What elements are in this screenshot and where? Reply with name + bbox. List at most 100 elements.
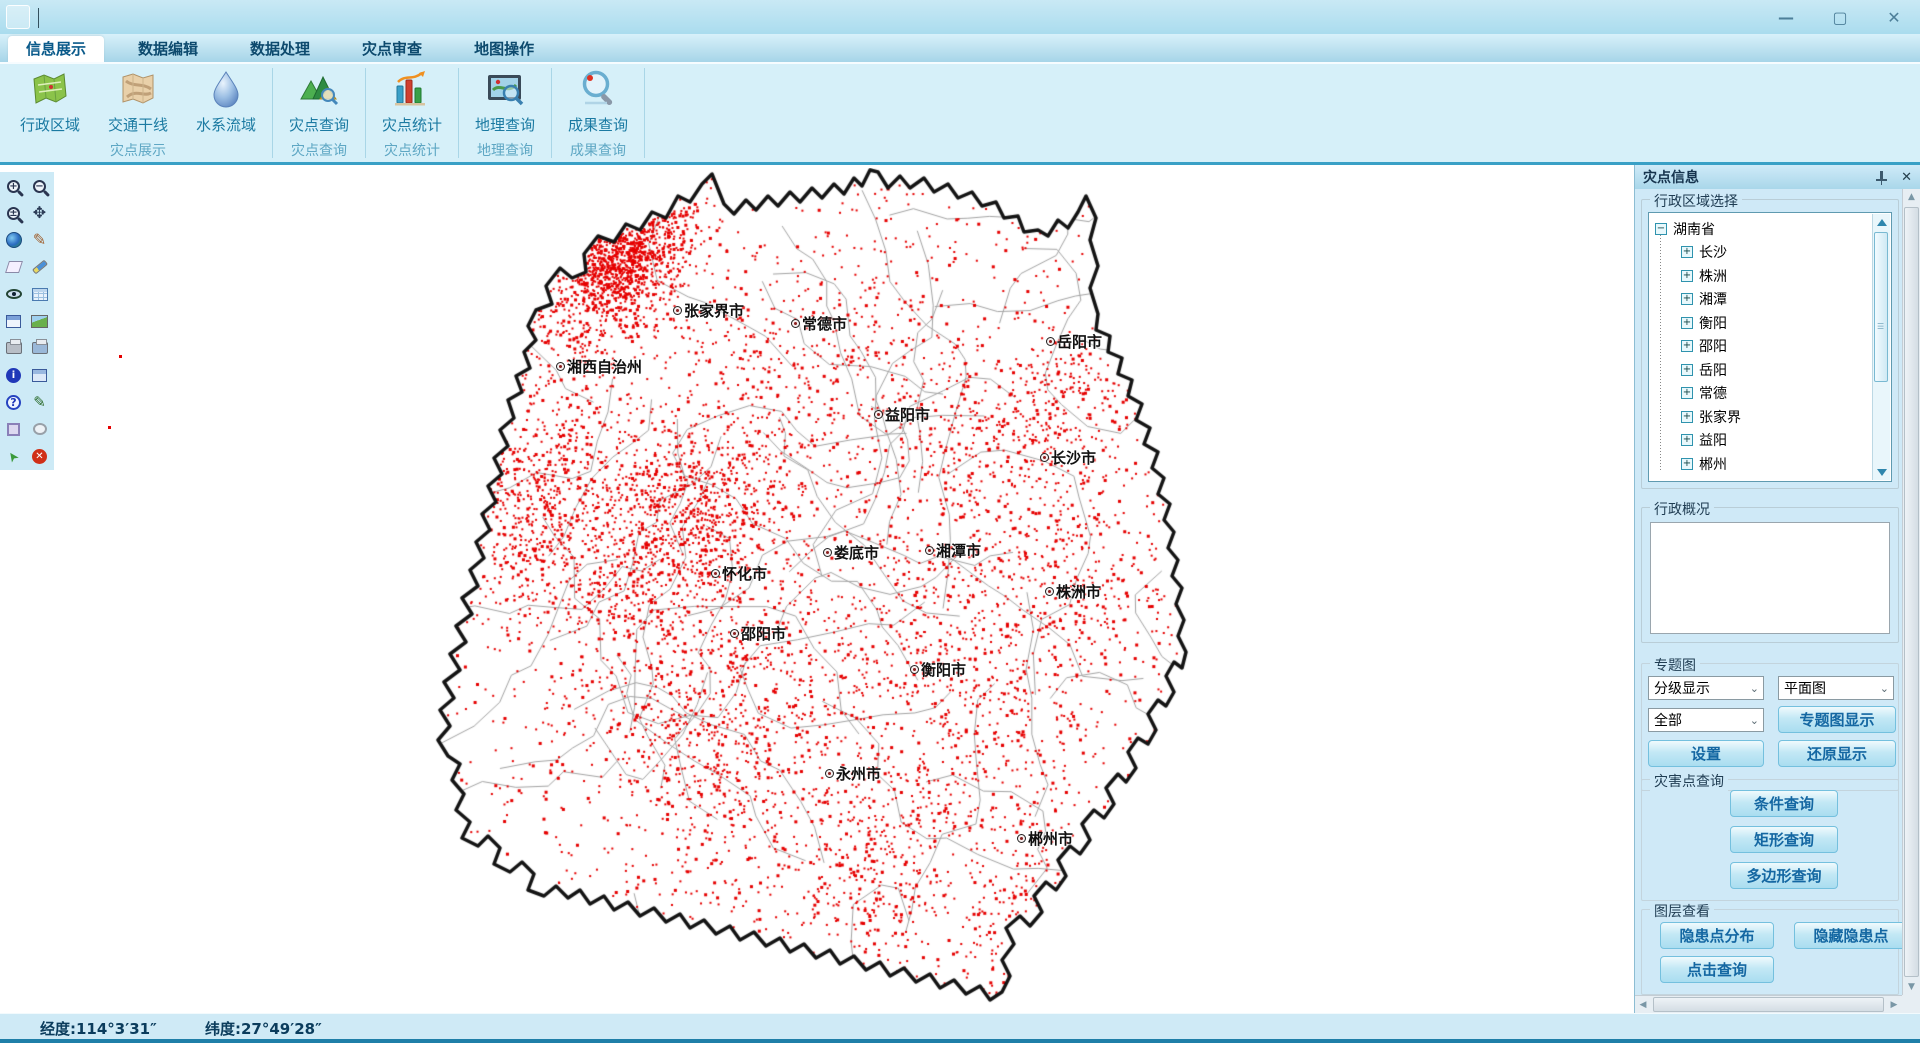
zoom-out-icon[interactable]: − — [27, 174, 52, 198]
layer-view-button-2[interactable]: 隐藏隐患点 — [1794, 922, 1908, 949]
expand-icon[interactable]: + — [1681, 317, 1693, 329]
expand-icon[interactable]: + — [1681, 364, 1693, 376]
ribbon-button-mountain-search[interactable]: 灾点查询 — [275, 64, 363, 140]
ribbon-button-traffic-map[interactable]: 交通干线 — [94, 64, 182, 140]
pan-icon[interactable]: ✥ — [27, 201, 52, 225]
panel-hscroll-thumb[interactable] — [1653, 997, 1884, 1012]
help-icon[interactable]: ? — [1, 390, 26, 414]
tree-node-3[interactable]: +湘潭 — [1655, 288, 1869, 312]
display-mode-select[interactable]: 分级显示 ⌄ — [1648, 676, 1764, 700]
globe-icon[interactable] — [1, 228, 26, 252]
zoom-in-icon[interactable]: + — [1, 174, 26, 198]
map-type-select[interactable]: 平面图 ⌄ — [1778, 676, 1894, 700]
scroll-left-icon[interactable]: ◀ — [1640, 1000, 1647, 1010]
panel-close-icon[interactable]: ✕ — [1901, 170, 1912, 185]
tree-node-8[interactable]: +张家界 — [1655, 405, 1869, 429]
form-icon[interactable] — [1, 309, 26, 333]
info-icon[interactable]: i — [1, 363, 26, 387]
region-overview-text[interactable] — [1650, 522, 1890, 634]
attribute-table-icon[interactable] — [27, 282, 52, 306]
brush-icon[interactable] — [27, 255, 52, 279]
expand-icon[interactable]: + — [1681, 340, 1693, 352]
print-icon[interactable] — [1, 336, 26, 360]
scope-select[interactable]: 全部 ⌄ — [1648, 708, 1764, 732]
disaster-query-button-3[interactable]: 多边形查询 — [1730, 862, 1838, 889]
ribbon-button-admin-region-map[interactable]: 行政区域 — [6, 64, 94, 140]
longitude-readout: 经度:114°3′31″ — [40, 1018, 157, 1039]
tree-node-7[interactable]: +常德 — [1655, 382, 1869, 406]
show-thematic-button[interactable]: 专题图显示 — [1778, 706, 1896, 733]
tree-node-1[interactable]: +长沙 — [1655, 241, 1869, 265]
hunan-map[interactable] — [430, 168, 1190, 1008]
ribbon-button-label: 地理查询 — [475, 114, 535, 135]
sketch-icon[interactable]: ✎ — [27, 390, 52, 414]
select-icon[interactable]: ➤ — [1, 444, 26, 468]
disaster-query-group: 灾害点查询 条件查询矩形查询多边形查询 — [1641, 779, 1899, 901]
tab-4[interactable]: 灾点审查 — [344, 36, 440, 62]
expand-icon[interactable]: + — [1681, 387, 1693, 399]
layer-view-button-1[interactable]: 隐患点分布 — [1660, 922, 1774, 949]
ribbon-button-result-search[interactable]: 成果查询 — [554, 64, 642, 140]
expand-icon[interactable]: + — [1681, 411, 1693, 423]
close-icon[interactable]: ✕ — [1882, 8, 1906, 27]
zoom-extent-icon[interactable]: ± — [1, 201, 26, 225]
expand-icon[interactable]: + — [1681, 293, 1693, 305]
tree-node-root[interactable]: −湖南省 — [1655, 217, 1869, 241]
reset-display-button[interactable]: 还原显示 — [1778, 740, 1896, 767]
panel-scroll-thumb[interactable] — [1904, 207, 1919, 977]
tree-scrollbar[interactable] — [1872, 214, 1890, 480]
scroll-up-icon[interactable]: ▲ — [1908, 192, 1915, 202]
delete-icon[interactable]: ✕ — [27, 444, 52, 468]
scroll-down-icon[interactable] — [1877, 469, 1887, 476]
tree-node-4[interactable]: +衡阳 — [1655, 311, 1869, 335]
eye-icon[interactable] — [1, 282, 26, 306]
tree-node-2[interactable]: +株洲 — [1655, 264, 1869, 288]
chevron-down-icon: ⌄ — [1750, 714, 1759, 727]
minimize-icon[interactable]: — — [1774, 8, 1798, 27]
ribbon-button-map-search[interactable]: 地理查询 — [461, 64, 549, 140]
tree-node-10[interactable]: +郴州 — [1655, 452, 1869, 476]
ribbon-tabs: 信息展示数据编辑数据处理灾点审查地图操作 — [0, 34, 1920, 62]
ribbon-button-label: 成果查询 — [568, 114, 628, 135]
scroll-up-icon[interactable] — [1877, 219, 1887, 226]
tab-3[interactable]: 数据处理 — [232, 36, 328, 62]
tree-node-6[interactable]: +岳阳 — [1655, 358, 1869, 382]
map-area[interactable]: 张家界市常德市岳阳市湘西自治州益阳市长沙市娄底市湘潭市怀化市株洲市邵阳市衡阳市永… — [0, 165, 1634, 1013]
print-color-icon[interactable] — [27, 336, 52, 360]
ribbon-button-water-drop[interactable]: 水系流域 — [182, 64, 270, 140]
scroll-down-icon[interactable]: ▼ — [1908, 982, 1915, 992]
tab-1[interactable]: 信息展示 — [8, 36, 104, 62]
tree-scroll-thumb[interactable] — [1874, 232, 1888, 382]
expand-icon[interactable]: + — [1681, 270, 1693, 282]
polygon-icon[interactable] — [1, 255, 26, 279]
pin-icon[interactable] — [1876, 171, 1887, 184]
settings-button[interactable]: 设置 — [1648, 740, 1764, 767]
ellipse-icon[interactable] — [27, 417, 52, 441]
restore-icon[interactable]: ▢ — [1828, 8, 1852, 27]
image-icon[interactable] — [27, 309, 52, 333]
expand-icon[interactable]: + — [1681, 246, 1693, 258]
panel-vertical-scrollbar[interactable]: ▲ ▼ — [1902, 189, 1920, 995]
collapse-icon[interactable]: − — [1655, 223, 1667, 235]
draw-line-icon[interactable]: ✎ — [27, 228, 52, 252]
disaster-query-button-1[interactable]: 条件查询 — [1730, 790, 1838, 817]
quick-access-box[interactable] — [6, 5, 30, 29]
tree-node-5[interactable]: +邵阳 — [1655, 335, 1869, 359]
region-tree[interactable]: −湖南省+长沙+株洲+湘潭+衡阳+邵阳+岳阳+常德+张家界+益阳+郴州 — [1648, 212, 1892, 482]
rectangle-icon[interactable] — [1, 417, 26, 441]
tree-node-9[interactable]: +益阳 — [1655, 429, 1869, 453]
scroll-right-icon[interactable]: ▶ — [1891, 1000, 1898, 1010]
panel-horizontal-scrollbar[interactable]: ◀ ▶ — [1635, 995, 1902, 1013]
tab-2[interactable]: 数据编辑 — [120, 36, 216, 62]
status-bar: 经度:114°3′31″ 纬度:27°49′28″ — [0, 1013, 1920, 1043]
tab-5[interactable]: 地图操作 — [456, 36, 552, 62]
expand-icon[interactable]: + — [1681, 458, 1693, 470]
latitude-readout: 纬度:27°49′28″ — [205, 1018, 322, 1039]
expand-icon[interactable]: + — [1681, 434, 1693, 446]
window-icon[interactable] — [27, 363, 52, 387]
disaster-query-button-2[interactable]: 矩形查询 — [1730, 826, 1838, 853]
thematic-label: 专题图 — [1650, 655, 1700, 675]
ribbon-button-label: 行政区域 — [20, 114, 80, 135]
ribbon-button-bar-chart[interactable]: 灾点统计 — [368, 64, 456, 140]
layer-view-button-3[interactable]: 点击查询 — [1660, 956, 1774, 983]
